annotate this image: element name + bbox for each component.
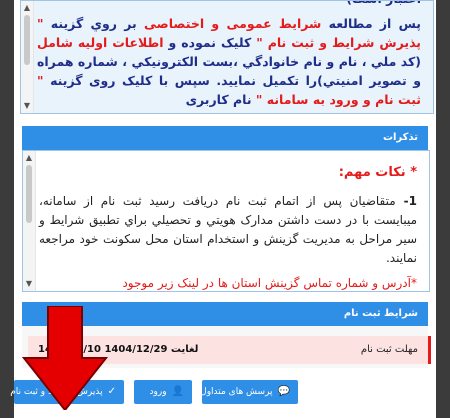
conditions-header-label: شرایط ثبت نام (343, 308, 418, 319)
chat-icon: 💬 (277, 386, 290, 397)
notes-scroll-up-icon[interactable]: ▲ (24, 153, 34, 163)
notes-scrollbox[interactable]: * نکات مهم: 1- متقاضیان پس از اتمام ثبت … (22, 150, 430, 292)
notes-item-1-text: متقاضیان پس از اتمام ثبت نام دریافت رسید… (39, 194, 417, 265)
checkmark-icon: ✓ (107, 386, 116, 397)
instructions-part-f: اطلاعات اولیه شامل (37, 35, 164, 50)
instructions-part-i: نام کاربری (185, 92, 256, 107)
login-button[interactable]: 👤 ورود (134, 380, 192, 404)
notes-scroll-down-icon[interactable]: ▼ (24, 279, 34, 289)
deadline-label: مهلت ثبت نام (360, 344, 418, 355)
notes-item-2: *آدرس و شماره تماس گزینش استان ها در لین… (122, 276, 417, 290)
login-button-label: ورود (149, 387, 167, 397)
user-icon: 👤 (171, 386, 184, 397)
scroll-down-icon[interactable]: ▼ (22, 101, 32, 111)
notes-title: * نکات مهم: (338, 165, 417, 180)
instructions-part-b: شرایط عمومی و اختصاصی (144, 16, 322, 31)
instructions-part-a: پس از مطالعه (321, 16, 421, 31)
faq-button[interactable]: 💬 پرسش های متداول (200, 380, 298, 404)
faq-button-label: پرسش های متداول (200, 387, 273, 397)
notes-scrollbar-thumb[interactable] (26, 165, 32, 223)
instructions-part-c: بر روي گزينه (43, 16, 144, 31)
instructions-scrollbar[interactable]: ▲ ▼ (21, 1, 34, 113)
notes-item-1: 1- متقاضیان پس از اتمام ثبت نام دریافت ر… (39, 192, 417, 268)
right-backdrop (436, 0, 450, 418)
notes-item-1-number: 1- (395, 194, 417, 208)
scrollbar-thumb[interactable] (24, 15, 30, 65)
notes-header-label: تذکرات (382, 132, 418, 143)
instructions-text: اعتبار است) پس از مطالعه شرایط عمومی و ا… (37, 1, 421, 109)
notes-scrollbar[interactable]: ▲ ▼ (23, 151, 36, 291)
left-backdrop (0, 0, 14, 418)
notes-header: تذکرات (22, 126, 428, 150)
instructions-line-0: اعتبار است) (37, 1, 421, 8)
notes-text: * نکات مهم: 1- متقاضیان پس از اتمام ثبت … (39, 163, 417, 291)
scroll-up-icon[interactable]: ▲ (22, 3, 32, 13)
instructions-part-e: کلیک نموده و (163, 35, 257, 50)
instructions-part-g: (کد ملي ، نام و نام خانوادگي ،بست الکترو… (37, 54, 421, 88)
instructions-scrollbox[interactable]: اعتبار است) پس از مطالعه شرایط عمومی و ا… (20, 0, 434, 114)
red-pointer-arrow-icon (22, 306, 108, 410)
instructions-paragraph: پس از مطالعه شرایط عمومی و اختصاصی بر رو… (37, 14, 421, 109)
